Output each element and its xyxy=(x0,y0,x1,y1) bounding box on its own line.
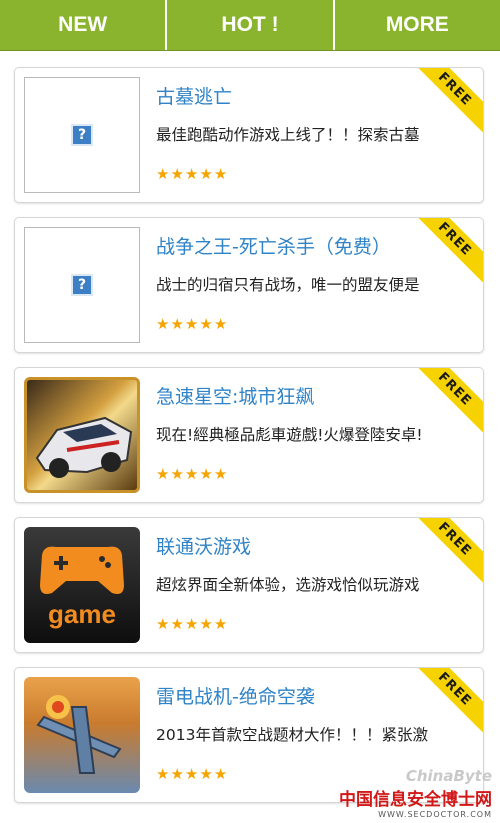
star-icon: ★ xyxy=(156,465,170,483)
star-icon: ★ xyxy=(199,465,213,483)
top-tab-bar: NEW HOT ! MORE xyxy=(0,0,500,51)
app-card[interactable]: ? 古墓逃亡 最佳跑酷动作游戏上线了！！探索古墓 ★ ★ ★ ★ ★ FREE xyxy=(14,67,484,203)
star-icon: ★ xyxy=(184,615,199,633)
rating-stars: ★ ★ ★ ★ ★ xyxy=(156,467,227,482)
app-description: 战士的归宿只有战场，唯一的盟友便是 xyxy=(156,276,420,294)
rating-stars: ★ ★ ★ ★ ★ xyxy=(156,317,227,332)
game-controller-icon: game xyxy=(24,527,140,643)
star-icon: ★ xyxy=(199,615,213,633)
app-title[interactable]: 急速星空:城市狂飙 xyxy=(156,382,314,409)
broken-image-icon: ? xyxy=(24,227,140,343)
star-icon: ★ xyxy=(199,765,213,783)
app-description: 超炫界面全新体验，选游戏恰似玩游戏 xyxy=(156,576,420,594)
app-card[interactable]: game 联通沃游戏 超炫界面全新体验，选游戏恰似玩游戏 ★ ★ ★ ★ ★ FREE xyxy=(14,517,484,653)
app-card[interactable]: ? 战争之王-死亡杀手（免费） 战士的归宿只有战场，唯一的盟友便是 ★ ★ ★ ★ ★ … xyxy=(14,217,484,353)
svg-text:game: game xyxy=(48,599,116,629)
star-icon: ★ xyxy=(156,315,170,333)
tab-more[interactable]: MORE xyxy=(335,0,500,50)
site-watermark: ChinaByte 中国信息安全博士网 WWW.SECDOCTOR.COM xyxy=(339,767,492,819)
star-icon: ★ xyxy=(199,315,213,333)
star-icon: ★ xyxy=(170,165,184,183)
app-description: 2013年首款空战题材大作！！！紧张激 xyxy=(156,726,428,744)
tab-new[interactable]: NEW xyxy=(0,0,168,50)
watermark-title: 中国信息安全博士网 xyxy=(339,790,492,810)
star-icon: ★ xyxy=(170,765,184,783)
star-icon: ★ xyxy=(213,615,228,633)
tab-hot[interactable]: HOT ! xyxy=(167,0,335,50)
star-icon: ★ xyxy=(156,765,170,783)
star-icon: ★ xyxy=(184,315,199,333)
app-title[interactable]: 古墓逃亡 xyxy=(156,82,232,109)
broken-image-icon: ? xyxy=(24,77,140,193)
app-title[interactable]: 联通沃游戏 xyxy=(156,532,251,559)
app-description: 现在!經典極品彪車遊戲!火爆登陸安卓! xyxy=(156,426,423,444)
watermark-url: WWW.SECDOCTOR.COM xyxy=(378,810,492,819)
star-icon: ★ xyxy=(184,165,199,183)
race-car-icon xyxy=(24,377,140,493)
app-title[interactable]: 雷电战机-绝命空袭 xyxy=(156,682,315,709)
star-icon: ★ xyxy=(170,315,184,333)
rating-stars: ★ ★ ★ ★ ★ xyxy=(156,167,227,182)
rating-stars: ★ ★ ★ ★ ★ xyxy=(156,617,227,632)
star-icon: ★ xyxy=(213,165,228,183)
fighter-plane-icon xyxy=(24,677,140,793)
star-icon: ★ xyxy=(170,615,184,633)
star-icon: ★ xyxy=(213,465,228,483)
rating-stars: ★ ★ ★ ★ ★ xyxy=(156,767,227,782)
star-icon: ★ xyxy=(213,315,228,333)
star-icon: ★ xyxy=(156,165,170,183)
app-card[interactable]: 急速星空:城市狂飙 现在!經典極品彪車遊戲!火爆登陸安卓! ★ ★ ★ ★ ★ FREE xyxy=(14,367,484,503)
app-description: 最佳跑酷动作游戏上线了！！探索古墓 xyxy=(156,126,420,144)
star-icon: ★ xyxy=(213,765,228,783)
star-icon: ★ xyxy=(156,615,170,633)
star-icon: ★ xyxy=(184,465,199,483)
star-icon: ★ xyxy=(199,165,213,183)
app-title[interactable]: 战争之王-死亡杀手（免费） xyxy=(156,232,391,259)
star-icon: ★ xyxy=(170,465,184,483)
watermark-brand: ChinaByte xyxy=(405,767,492,785)
star-icon: ★ xyxy=(184,765,199,783)
